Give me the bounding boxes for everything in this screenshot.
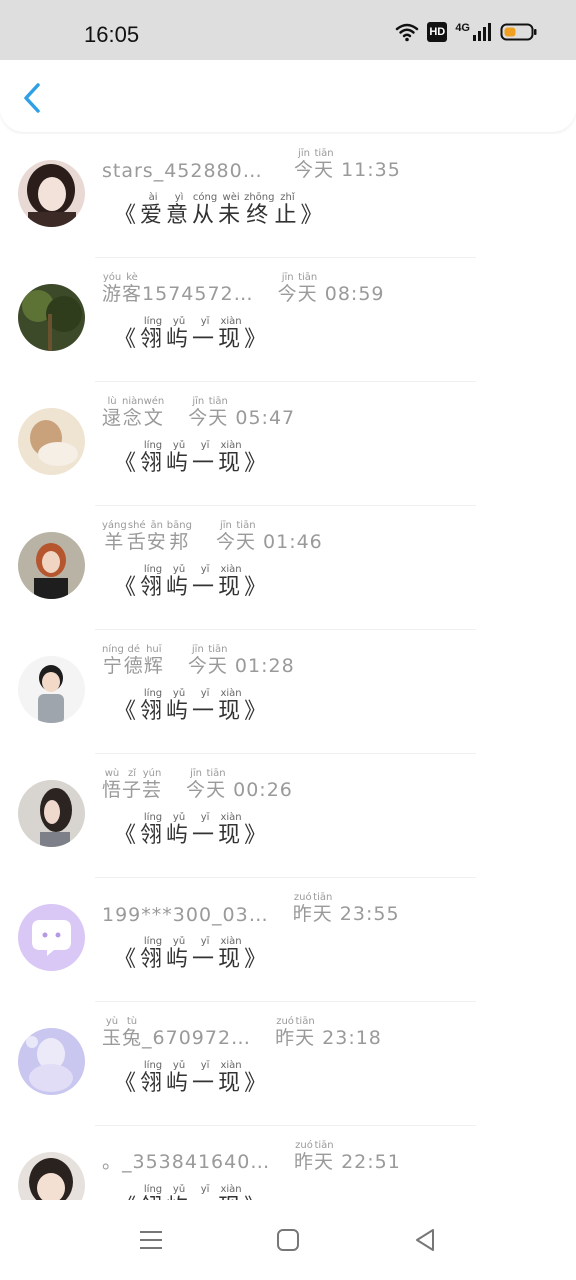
avatar-image bbox=[18, 780, 85, 847]
work-title: 《翎líng屿yǔ一yī现xiàn》 bbox=[114, 564, 271, 600]
battery-icon bbox=[500, 23, 537, 41]
post-time: 今jīn天tiān 08:59 bbox=[277, 272, 385, 305]
wifi-icon bbox=[396, 23, 419, 42]
post-time: 昨zuó天tiān 23:55 bbox=[292, 892, 400, 925]
system-nav-bar bbox=[0, 1200, 576, 1280]
avatar[interactable] bbox=[18, 1152, 85, 1200]
work-title: 《翎líng屿yǔ一yī现xiàn》 bbox=[114, 1184, 266, 1200]
list-item[interactable]: 宁níng德dé辉huī 今jīn天tiān 01:28 《翎líng屿yǔ一y… bbox=[0, 630, 576, 754]
chat-bubble-icon bbox=[18, 904, 85, 971]
post-time: 昨zuó天tiān 22:51 bbox=[294, 1140, 401, 1173]
status-time: 16:05 bbox=[84, 22, 140, 47]
user-name: stars_4528807… bbox=[102, 160, 270, 182]
post-time: 今jīn天tiān 01:46 bbox=[215, 520, 323, 553]
work-title: 《翎líng屿yǔ一yī现xiàn》 bbox=[114, 440, 271, 476]
avatar[interactable] bbox=[18, 160, 85, 227]
avatar-image bbox=[18, 1152, 85, 1200]
system-back-button[interactable] bbox=[409, 1224, 441, 1256]
user-name: 悟wù子zǐ芸yún bbox=[102, 768, 163, 801]
user-name: 宁níng德dé辉huī bbox=[102, 644, 164, 677]
list-item[interactable]: 玉yù兔tù_670972… 昨zuó天tiān 23:18 《翎líng屿yǔ… bbox=[0, 1002, 576, 1126]
post-time: 今jīn天tiān 05:47 bbox=[188, 396, 296, 429]
avatar-image bbox=[18, 408, 85, 475]
chevron-left-icon bbox=[24, 83, 40, 113]
network-type-label: 4G bbox=[455, 22, 470, 34]
item-meta: 玉yù兔tù_670972… 昨zuó天tiān 23:18 bbox=[102, 1016, 382, 1050]
avatar-image bbox=[18, 656, 85, 723]
post-time: 昨zuó天tiān 23:18 bbox=[275, 1016, 382, 1049]
avatar[interactable] bbox=[18, 656, 85, 723]
list-item[interactable]: stars_4528807… 今jīn天tiān 11:35 《爱ài意yì从c… bbox=[0, 134, 576, 258]
item-meta: 199***300_03… 昨zuó天tiān 23:55 bbox=[102, 892, 400, 926]
user-name: 。_3538416404… bbox=[102, 1151, 270, 1173]
menu-button[interactable] bbox=[135, 1224, 167, 1256]
avatar[interactable] bbox=[18, 904, 85, 971]
list-item[interactable]: 羊yáng舌shé安ān邦bāng 今jīn天tiān 01:46 《翎líng… bbox=[0, 506, 576, 630]
item-meta: 宁níng德dé辉huī 今jīn天tiān 01:28 bbox=[102, 644, 295, 678]
signal-icon bbox=[473, 23, 491, 41]
back-icon bbox=[416, 1229, 434, 1251]
list-item[interactable]: 逯lù念niàn文wén 今jīn天tiān 05:47 《翎líng屿yǔ一y… bbox=[0, 382, 576, 506]
item-meta: 游yóu客kè1574572… 今jīn天tiān 08:59 bbox=[102, 272, 385, 306]
work-title: 《翎líng屿yǔ一yī现xiàn》 bbox=[114, 936, 271, 972]
post-time: 今jīn天tiān 00:26 bbox=[186, 768, 293, 801]
work-title: 《翎líng屿yǔ一yī现xiàn》 bbox=[114, 316, 271, 352]
back-button[interactable] bbox=[14, 80, 50, 116]
avatar-image bbox=[18, 160, 85, 227]
status-icons: HD 4G bbox=[395, 22, 538, 42]
item-meta: 。_3538416404… 昨zuó天tiān 22:51 bbox=[102, 1140, 401, 1174]
item-meta: stars_4528807… 今jīn天tiān 11:35 bbox=[102, 148, 401, 182]
post-time: 今jīn天tiān 11:35 bbox=[294, 148, 401, 181]
user-name: 199***300_03… bbox=[102, 904, 269, 926]
list-item[interactable]: 。_3538416404… 昨zuó天tiān 22:51 《翎líng屿yǔ一… bbox=[0, 1126, 576, 1200]
avatar[interactable] bbox=[18, 1028, 85, 1095]
avatar-image bbox=[18, 532, 85, 599]
work-title: 《翎líng屿yǔ一yī现xiàn》 bbox=[114, 812, 271, 848]
header-bar bbox=[0, 60, 576, 132]
user-name: 玉yù兔tù_670972… bbox=[102, 1016, 252, 1049]
user-name: 逯lù念niàn文wén bbox=[102, 396, 165, 429]
home-button[interactable] bbox=[272, 1224, 304, 1256]
avatar[interactable] bbox=[18, 284, 85, 351]
user-name: 羊yáng舌shé安ān邦bāng bbox=[102, 520, 192, 553]
list-item[interactable]: 悟wù子zǐ芸yún 今jīn天tiān 00:26 《翎líng屿yǔ一yī现… bbox=[0, 754, 576, 878]
user-name: 游yóu客kè1574572… bbox=[102, 272, 254, 305]
menu-icon bbox=[140, 1231, 162, 1249]
list-item[interactable]: 199***300_03… 昨zuó天tiān 23:55 《翎líng屿yǔ一… bbox=[0, 878, 576, 1002]
post-time: 今jīn天tiān 01:28 bbox=[187, 644, 295, 677]
home-icon bbox=[277, 1229, 299, 1251]
avatar-image bbox=[18, 284, 85, 351]
hd-icon: HD bbox=[427, 22, 448, 42]
avatar[interactable] bbox=[18, 780, 85, 847]
work-title: 《翎líng屿yǔ一yī现xiàn》 bbox=[114, 688, 271, 724]
record-list[interactable]: stars_4528807… 今jīn天tiān 11:35 《爱ài意yì从c… bbox=[0, 134, 576, 1200]
avatar-image bbox=[18, 1028, 85, 1095]
avatar[interactable] bbox=[18, 408, 85, 475]
item-meta: 悟wù子zǐ芸yún 今jīn天tiān 00:26 bbox=[102, 768, 293, 802]
work-title: 《翎líng屿yǔ一yī现xiàn》 bbox=[114, 1060, 271, 1096]
list-item[interactable]: 游yóu客kè1574572… 今jīn天tiān 08:59 《翎líng屿y… bbox=[0, 258, 576, 382]
work-title: 《爱ài意yì从cóng未wèi终zhōng止zhǐ》 bbox=[114, 192, 327, 228]
status-bar: 16:05 HD 4G bbox=[0, 0, 576, 60]
avatar[interactable] bbox=[18, 532, 85, 599]
item-meta: 逯lù念niàn文wén 今jīn天tiān 05:47 bbox=[102, 396, 295, 430]
item-meta: 羊yáng舌shé安ān邦bāng 今jīn天tiān 01:46 bbox=[102, 520, 323, 554]
